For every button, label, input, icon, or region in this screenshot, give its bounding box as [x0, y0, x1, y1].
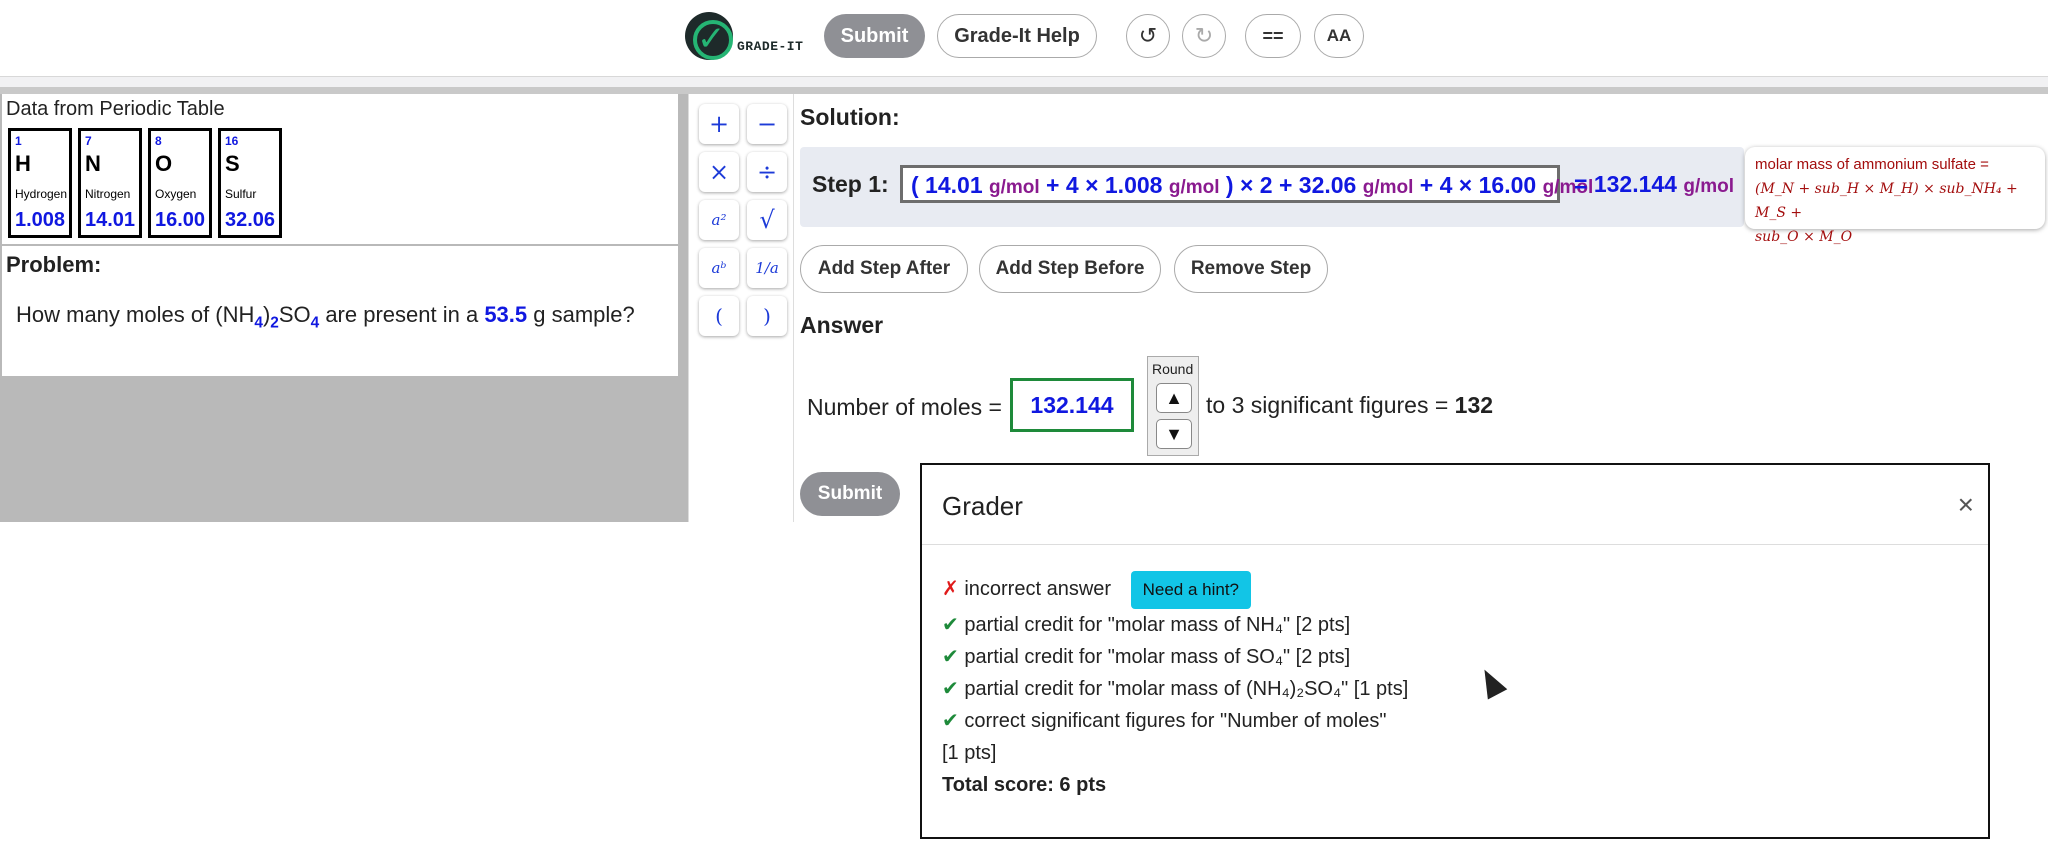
multiply-tool-button[interactable]: × — [699, 152, 739, 192]
cross-icon: ✗ — [942, 578, 959, 600]
header-divider-dark — [0, 87, 2048, 94]
step-result: = 132.144 g/mol — [1574, 171, 1735, 197]
check-icon: ✔ — [942, 614, 959, 636]
need-hint-button[interactable]: Need a hint? — [1130, 570, 1252, 609]
sig-fig-result: to 3 significant figures = 132 — [1206, 392, 1494, 418]
problem-text: How many moles of (NH4)2SO4 are present … — [16, 302, 635, 332]
round-down-button[interactable]: ▼ — [1156, 419, 1192, 449]
round-up-button[interactable]: ▲ — [1156, 383, 1192, 413]
divide-tool-button[interactable]: ÷ — [747, 152, 787, 192]
logo-text: GRADE-IT — [737, 38, 804, 54]
problem-panel: Problem: How many moles of (NH4)2SO4 are… — [2, 246, 678, 376]
square-tool-button[interactable]: a² — [699, 200, 739, 240]
open-paren-tool-button[interactable]: ( — [699, 296, 739, 336]
total-score: Total score: 6 pts — [942, 774, 1107, 796]
answer-value-box[interactable]: 132.144 — [1010, 378, 1134, 432]
header-divider — [0, 77, 2048, 87]
grader-title: Grader — [942, 491, 1023, 521]
problem-title: Problem: — [6, 252, 102, 277]
grader-pts-line: [1 pts] — [942, 742, 997, 764]
step-expression-input[interactable]: ( 14.01 g/mol + 4 × 1.008 g/mol ) × 2 + … — [900, 165, 1593, 203]
grade-it-logo: ✓ GRADE-IT — [685, 12, 803, 60]
round-control: Round ▲ ▼ — [1147, 356, 1199, 456]
incorrect-line: ✗ incorrect answer Need a hint? — [942, 569, 1972, 609]
check-icon: ✔ — [942, 710, 959, 732]
equals-toggle-icon[interactable]: == — [1245, 14, 1301, 58]
add-step-before-button[interactable]: Add Step Before — [979, 245, 1161, 293]
step-label: Step 1: — [812, 171, 889, 197]
power-tool-button[interactable]: aᵇ — [699, 248, 739, 288]
periodic-table: Data from Periodic Table 1 H Hydrogen 1.… — [2, 94, 678, 244]
element-card-o: 8 O Oxygen 16.00 — [148, 128, 212, 238]
sample-mass-value: 53.5 — [484, 302, 528, 327]
logo-check-icon: ✓ — [685, 12, 733, 60]
element-card-n: 7 N Nitrogen 14.01 — [78, 128, 142, 238]
check-icon: ✔ — [942, 678, 959, 700]
step-row: Step 1: ( 14.01 g/mol + 4 × 1.008 g/mol … — [800, 147, 1744, 227]
submit-button-top[interactable]: Submit — [824, 14, 925, 58]
round-label: Round — [1152, 361, 1194, 377]
periodic-table-title: Data from Periodic Table — [6, 98, 225, 120]
grader-header: Grader × — [922, 465, 1988, 545]
grader-line: ✔ partial credit for "molar mass of NH₄"… — [942, 614, 1351, 636]
step-tooltip: molar mass of ammonium sulfate = (M_N + … — [1745, 147, 2045, 245]
remove-step-button[interactable]: Remove Step — [1174, 245, 1328, 293]
check-icon: ✔ — [942, 646, 959, 668]
undo-icon[interactable]: ↺ — [1126, 14, 1170, 58]
workspace: Data from Periodic Table 1 H Hydrogen 1.… — [0, 94, 2048, 522]
grader-dialog: Grader × ✗ incorrect answer Need a hint?… — [920, 463, 1990, 839]
redo-icon[interactable]: ↻ — [1182, 14, 1226, 58]
solution-panel: Solution: Step 1: ( 14.01 g/mol + 4 × 1.… — [794, 94, 2048, 522]
math-tool-palette: + − × ÷ a² √ aᵇ 1/a ( ) — [688, 94, 794, 522]
answer-label: Number of moles = — [807, 394, 1002, 420]
sqrt-tool-button[interactable]: √ — [747, 200, 787, 240]
element-card-h: 1 H Hydrogen 1.008 — [8, 128, 72, 238]
close-paren-tool-button[interactable]: ) — [747, 296, 787, 336]
submit-answer-button[interactable]: Submit — [800, 472, 900, 516]
add-step-after-button[interactable]: Add Step After — [800, 245, 968, 293]
grader-line: ✔ partial credit for "molar mass of SO₄"… — [942, 646, 1351, 668]
grader-line: ✔ partial credit for "molar mass of (NH₄… — [942, 678, 1409, 700]
font-size-icon[interactable]: AA — [1314, 14, 1364, 58]
reciprocal-tool-button[interactable]: 1/a — [747, 248, 787, 288]
minus-tool-button[interactable]: − — [747, 104, 787, 144]
grader-line: ✔ correct significant figures for "Numbe… — [942, 710, 1387, 732]
left-panel: Data from Periodic Table 1 H Hydrogen 1.… — [0, 94, 688, 522]
answer-title: Answer — [800, 312, 884, 338]
top-toolbar: ✓ GRADE-IT Submit Grade-It Help ↺ ↻ == A… — [0, 0, 2048, 77]
grader-results: ✗ incorrect answer Need a hint? ✔ partia… — [942, 569, 1972, 801]
close-icon[interactable]: × — [1958, 489, 1974, 521]
plus-tool-button[interactable]: + — [699, 104, 739, 144]
grade-it-help-button[interactable]: Grade-It Help — [937, 14, 1097, 58]
element-card-s: 16 S Sulfur 32.06 — [218, 128, 282, 238]
solution-title: Solution: — [800, 104, 900, 130]
